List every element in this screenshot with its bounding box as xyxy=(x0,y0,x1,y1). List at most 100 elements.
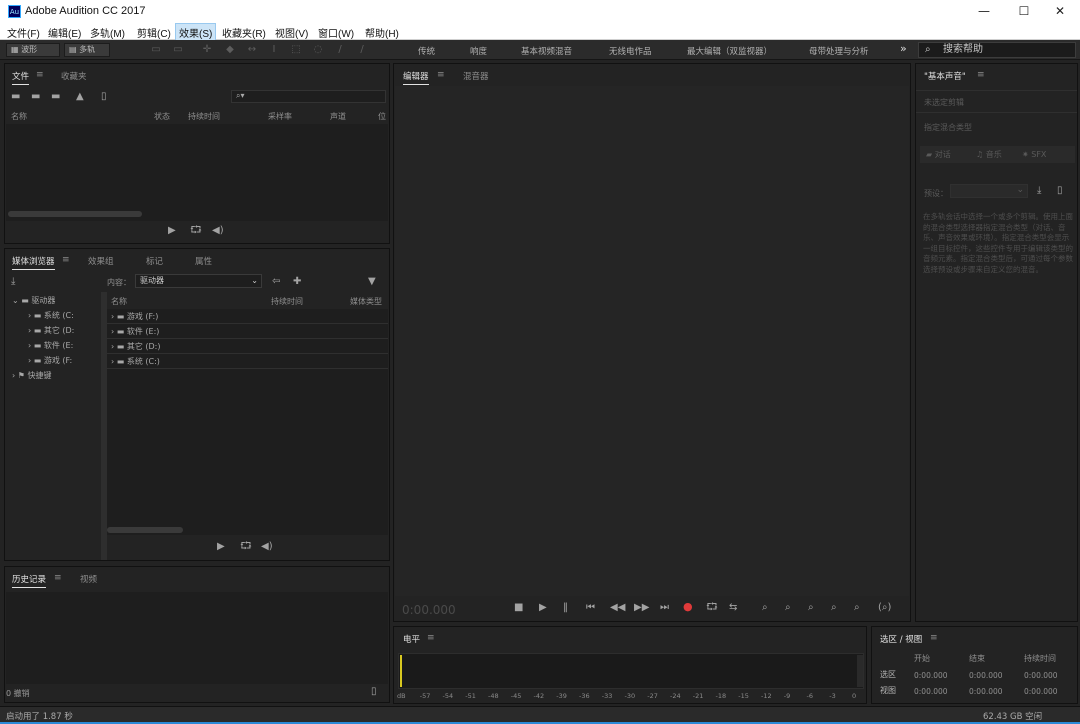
files-scrollbar[interactable] xyxy=(8,211,142,217)
play-icon[interactable]: ▶ xyxy=(539,602,547,614)
workspace-radio[interactable]: 无线电作品 xyxy=(609,45,652,57)
add-shortcut-icon[interactable]: ✚ xyxy=(293,276,301,288)
play-icon[interactable]: ▶ xyxy=(217,541,225,553)
panel-menu-icon[interactable]: ≡ xyxy=(54,573,62,583)
tree-item-f[interactable]: › ▬ 游戏 (F: xyxy=(6,354,100,368)
zoom-in-amplitude-icon[interactable]: ⌕ xyxy=(762,602,768,614)
time-selection-tool-icon[interactable]: I xyxy=(268,44,280,56)
razor-tool-icon[interactable]: ◆ xyxy=(224,44,236,56)
delete-icon[interactable]: ▯ xyxy=(101,91,107,103)
list-item[interactable]: › ▬ 游戏 (F:) xyxy=(107,310,388,324)
zoom-in-time-icon[interactable]: ⌕ xyxy=(808,602,814,614)
save-preset-icon[interactable]: ⤓ xyxy=(1037,185,1041,197)
workspace-mastering[interactable]: 母带处理与分析 xyxy=(809,45,869,57)
view-end[interactable]: 0:00.000 xyxy=(969,687,1003,696)
col-channels[interactable]: 声道 xyxy=(330,111,346,122)
col-duration[interactable]: 持续时间 xyxy=(188,111,220,122)
tab-mixer[interactable]: 混音器 xyxy=(463,70,489,82)
panel-menu-icon[interactable]: ≡ xyxy=(437,70,445,80)
pitch-display-icon[interactable]: ▭ xyxy=(172,44,184,56)
tab-favorites[interactable]: 收藏夹 xyxy=(61,70,87,82)
marquee-tool-icon[interactable]: ⬚ xyxy=(290,44,302,56)
panel-menu-icon[interactable]: ≡ xyxy=(930,633,938,643)
workspace-max-edit[interactable]: 最大编辑（双监视器） xyxy=(687,45,772,57)
col-name[interactable]: 名称 xyxy=(11,111,27,122)
selection-end[interactable]: 0:00.000 xyxy=(969,671,1003,680)
view-start[interactable]: 0:00.000 xyxy=(914,687,948,696)
search-help-input[interactable]: ⌕ 搜索帮助 xyxy=(918,42,1076,58)
workspace-more-button[interactable]: » xyxy=(900,42,907,55)
go-to-start-icon[interactable]: ⏮ xyxy=(586,602,595,614)
skip-selection-icon[interactable]: ⇆ xyxy=(729,602,737,614)
level-panel-title[interactable]: 电平 xyxy=(403,633,420,647)
spectral-display-icon[interactable]: ▭ xyxy=(150,44,162,56)
menu-view[interactable]: 视图(V) xyxy=(272,24,311,41)
move-tool-icon[interactable]: ✛ xyxy=(201,44,213,56)
minimize-button[interactable]: — xyxy=(964,0,1004,23)
multitrack-view-button[interactable]: ▤ 多轨 xyxy=(64,43,110,57)
menu-window[interactable]: 窗口(W) xyxy=(315,24,357,41)
maximize-button[interactable]: ☐ xyxy=(1004,0,1044,23)
stop-icon[interactable]: ■ xyxy=(514,602,523,614)
loop-icon[interactable]: ⮔ xyxy=(190,225,202,237)
col-samplerate[interactable]: 采样率 xyxy=(268,111,292,122)
insert-icon[interactable]: ▲ xyxy=(76,91,84,103)
menu-favorites[interactable]: 收藏夹(R) xyxy=(219,24,269,41)
autoplay-icon[interactable]: ◀) xyxy=(212,225,224,237)
lasso-tool-icon[interactable]: ◌ xyxy=(312,44,324,56)
tab-files[interactable]: 文件 xyxy=(12,70,30,85)
tab-effects-rack[interactable]: 效果组 xyxy=(88,255,114,267)
menu-clip[interactable]: 剪辑(C) xyxy=(134,24,174,41)
go-to-end-icon[interactable]: ⏭ xyxy=(660,602,669,614)
back-icon[interactable]: ⇦ xyxy=(272,276,280,288)
editor-canvas[interactable] xyxy=(395,86,909,596)
autoplay-icon[interactable]: ◀) xyxy=(261,541,273,553)
mix-type-music[interactable]: ♫ 音乐 xyxy=(976,146,1002,163)
tab-history[interactable]: 历史记录 xyxy=(12,573,47,588)
menu-file[interactable]: 文件(F) xyxy=(4,24,43,41)
selection-start[interactable]: 0:00.000 xyxy=(914,671,948,680)
open-folder-icon[interactable]: ▬ xyxy=(11,91,20,103)
media-scrollbar[interactable] xyxy=(107,527,183,533)
zoom-full-icon[interactable]: ⌕ xyxy=(854,602,860,614)
content-dropdown[interactable]: 驱动器 ⌄ xyxy=(135,274,262,288)
list-item[interactable]: › ▬ 软件 (E:) xyxy=(107,325,388,339)
panel-menu-icon[interactable]: ≡ xyxy=(62,255,70,265)
mix-type-sfx[interactable]: ✷ SFX xyxy=(1022,146,1046,163)
essential-sound-title[interactable]: "基本声音" xyxy=(924,70,966,84)
trash-icon[interactable]: ▯ xyxy=(371,686,377,698)
panel-menu-icon[interactable]: ≡ xyxy=(977,70,985,80)
brush-tool-icon[interactable]: / xyxy=(334,44,346,56)
fast-forward-icon[interactable]: ▶▶ xyxy=(634,602,649,614)
selection-duration[interactable]: 0:00.000 xyxy=(1024,671,1058,680)
tab-properties[interactable]: 属性 xyxy=(195,255,212,267)
zoom-out-time-icon[interactable]: ⌕ xyxy=(831,602,837,614)
workspace-video-mix[interactable]: 基本视频混音 xyxy=(521,45,572,57)
files-search-input[interactable]: ⌕▾ xyxy=(231,90,386,103)
tree-item-drives[interactable]: ⌄ ▬ 驱动器 xyxy=(6,294,100,308)
close-button[interactable]: ✕ xyxy=(1040,0,1080,23)
list-item[interactable]: › ▬ 系统 (C:) xyxy=(107,355,388,369)
col-status[interactable]: 状态 xyxy=(154,111,170,122)
panel-menu-icon[interactable]: ≡ xyxy=(36,70,44,80)
list-item[interactable]: › ▬ 其它 (D:) xyxy=(107,340,388,354)
menu-help[interactable]: 帮助(H) xyxy=(362,24,402,41)
preset-dropdown[interactable]: ⌄ xyxy=(950,184,1028,198)
mix-type-dialogue[interactable]: ▰ 对话 xyxy=(926,146,951,163)
loop-icon[interactable]: ⮔ xyxy=(240,541,252,553)
zoom-selection-icon[interactable]: (⌕) xyxy=(878,602,891,614)
col-duration[interactable]: 持续时间 xyxy=(271,296,303,307)
menu-multitrack[interactable]: 多轨(M) xyxy=(87,24,128,41)
col-media-type[interactable]: 媒体类型 xyxy=(350,296,382,307)
zoom-out-amplitude-icon[interactable]: ⌕ xyxy=(785,602,791,614)
filter-icon[interactable]: ▼ xyxy=(368,276,376,288)
delete-preset-icon[interactable]: ▯ xyxy=(1057,185,1063,197)
rewind-icon[interactable]: ◀◀ xyxy=(610,602,625,614)
col-bits[interactable]: 位 xyxy=(378,111,386,122)
pause-icon[interactable]: ‖ xyxy=(563,602,568,614)
slip-tool-icon[interactable]: ↔ xyxy=(246,44,258,56)
history-list[interactable] xyxy=(6,592,388,684)
new-file-icon[interactable]: ▬ xyxy=(51,91,60,103)
menu-edit[interactable]: 编辑(E) xyxy=(45,24,84,41)
files-list[interactable] xyxy=(6,124,388,221)
